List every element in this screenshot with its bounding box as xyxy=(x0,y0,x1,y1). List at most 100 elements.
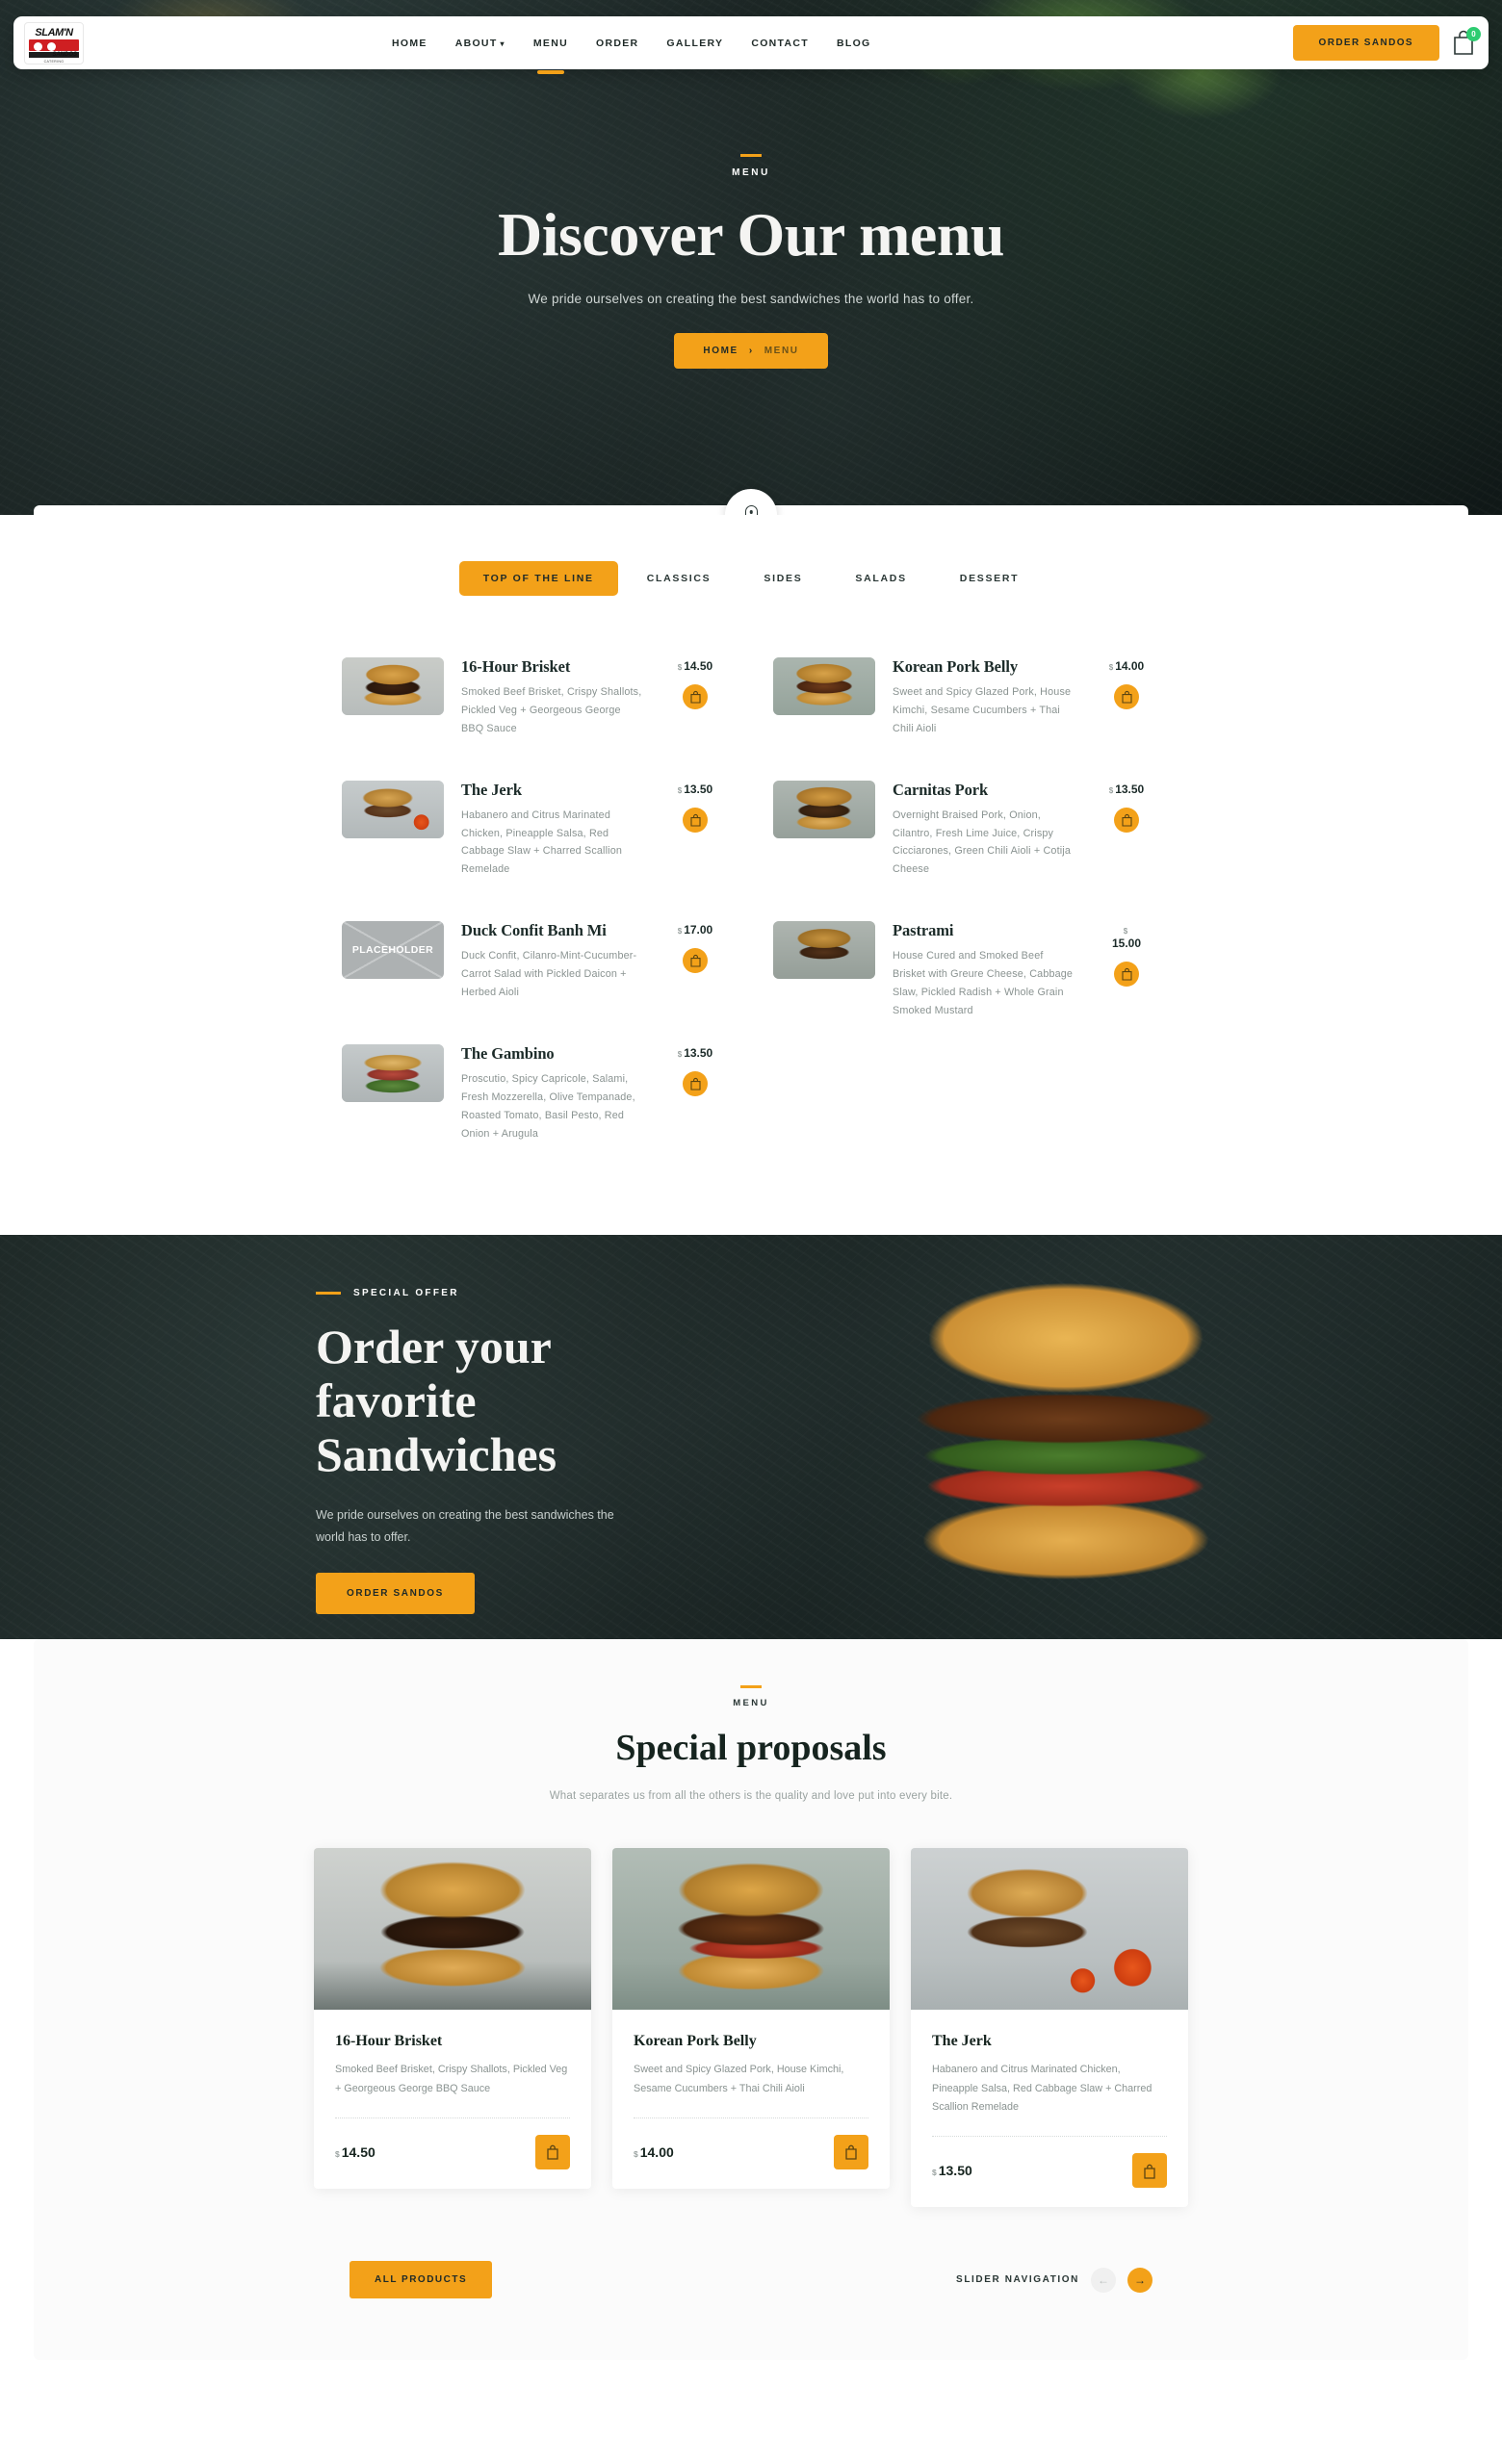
product-price: $14.50 xyxy=(335,2144,376,2160)
menu-item[interactable]: Carnitas Pork Overnight Braised Pork, On… xyxy=(773,765,1160,907)
offer-title: Order your favorite Sandwiches xyxy=(316,1320,616,1481)
page-title: Discover Our menu xyxy=(498,200,1005,269)
product-card[interactable]: The Jerk Habanero and Citrus Marinated C… xyxy=(911,1848,1188,2208)
tab-salads[interactable]: SALADS xyxy=(831,561,930,596)
menu-item-actions: $13.50 xyxy=(661,781,729,833)
menu-item-actions: $14.00 xyxy=(1093,657,1160,709)
currency-symbol: $ xyxy=(335,2148,340,2159)
nav-item-home[interactable]: HOME xyxy=(392,20,427,66)
product-image xyxy=(612,1848,890,2011)
divider xyxy=(932,2136,1167,2138)
menu-item-name: The Jerk xyxy=(461,780,522,799)
breadcrumb[interactable]: HOME › MENU xyxy=(674,333,828,369)
shopping-bag-icon xyxy=(547,2145,558,2161)
offer-burger-image xyxy=(840,1264,1292,1602)
proposals-eyebrow-dash xyxy=(740,1685,762,1689)
offer-description: We pride ourselves on creating the best … xyxy=(316,1508,614,1544)
nav-item-blog[interactable]: BLOG xyxy=(837,20,871,66)
menu-panel: TOP OF THE LINE CLASSICS SIDES SALADS DE… xyxy=(34,505,1468,1226)
nav-item-menu[interactable]: MENU xyxy=(533,20,568,66)
slider-navigation-label: SLIDER NAVIGATION xyxy=(956,2274,1079,2286)
add-to-cart-button[interactable] xyxy=(834,2134,868,2169)
site-logo[interactable]: SLAM'N SANDOS CATERING xyxy=(24,21,84,64)
product-image xyxy=(314,1848,591,2011)
product-name: The Jerk xyxy=(932,2033,992,2050)
price-value: 14.00 xyxy=(639,2143,674,2160)
proposals-title: Special proposals xyxy=(615,1728,887,1769)
add-to-cart-button[interactable] xyxy=(1114,807,1139,833)
add-to-cart-button[interactable] xyxy=(683,948,708,974)
nav-label: ORDER xyxy=(596,37,639,49)
product-card[interactable]: 16-Hour Brisket Smoked Beef Brisket, Cri… xyxy=(314,1848,591,2189)
scroll-down-indicator[interactable] xyxy=(725,489,777,515)
logo-mark: SANDOS xyxy=(29,38,79,58)
currency-symbol: $ xyxy=(1108,663,1114,672)
offer-eyebrow-dash xyxy=(316,1292,341,1296)
menu-item-actions: $13.50 xyxy=(661,1044,729,1096)
menu-item-description: Habanero and Citrus Marinated Chicken, P… xyxy=(461,808,622,876)
nav-right-group: ORDER SANDOS 0 xyxy=(1292,25,1489,61)
price-value: 14.50 xyxy=(341,2143,376,2160)
proposals-card-list: 16-Hour Brisket Smoked Beef Brisket, Cri… xyxy=(34,1848,1468,2208)
mouse-scroll-icon xyxy=(744,504,758,515)
currency-symbol: $ xyxy=(677,927,683,937)
menu-item[interactable]: 16-Hour Brisket Smoked Beef Brisket, Cri… xyxy=(342,642,729,765)
menu-item-thumbnail xyxy=(773,780,875,838)
offer-order-button[interactable]: ORDER SANDOS xyxy=(316,1573,475,1615)
price-value: 14.00 xyxy=(1115,659,1145,673)
nav-label: HOME xyxy=(392,37,427,49)
tab-sides[interactable]: SIDES xyxy=(739,561,826,596)
add-to-cart-button[interactable] xyxy=(683,807,708,833)
proposals-header: MENU Special proposals What separates us… xyxy=(34,1685,1468,1802)
add-to-cart-button[interactable] xyxy=(1132,2153,1167,2189)
menu-item-thumbnail xyxy=(773,657,875,715)
product-card[interactable]: Korean Pork Belly Sweet and Spicy Glazed… xyxy=(612,1848,890,2189)
menu-item-body: Pastrami House Cured and Smoked Beef Bri… xyxy=(893,921,1075,1020)
slider-prev-button[interactable]: ← xyxy=(1091,2267,1116,2293)
tab-dessert[interactable]: DESSERT xyxy=(936,561,1044,596)
menu-category-tabs: TOP OF THE LINE CLASSICS SIDES SALADS DE… xyxy=(34,561,1468,596)
menu-item[interactable]: The Gambino Proscutio, Spicy Capricole, … xyxy=(342,1029,729,1170)
menu-item-name: Carnitas Pork xyxy=(893,780,989,799)
add-to-cart-button[interactable] xyxy=(535,2134,570,2169)
menu-item[interactable]: The Jerk Habanero and Citrus Marinated C… xyxy=(342,765,729,907)
menu-item-thumbnail xyxy=(342,657,444,715)
menu-item[interactable]: Korean Pork Belly Sweet and Spicy Glazed… xyxy=(773,642,1160,765)
nav-item-contact[interactable]: CONTACT xyxy=(751,20,809,66)
currency-symbol: $ xyxy=(1123,927,1128,937)
chevron-right-icon: › xyxy=(748,346,754,356)
menu-item[interactable]: PLACEHOLDER Duck Confit Banh Mi Duck Con… xyxy=(342,906,729,1029)
menu-item-description: Overnight Braised Pork, Onion, Cilantro,… xyxy=(893,808,1071,876)
all-products-button[interactable]: ALL PRODUCTS xyxy=(350,2261,493,2299)
price-value: 13.50 xyxy=(684,1045,713,1060)
nav-item-gallery[interactable]: GALLERY xyxy=(666,20,723,66)
cart-button[interactable]: 0 xyxy=(1451,26,1481,58)
slider-next-button[interactable]: → xyxy=(1127,2267,1152,2293)
nav-item-about[interactable]: ABOUT ▾ xyxy=(455,20,505,66)
nav-item-order[interactable]: ORDER xyxy=(596,20,638,66)
add-to-cart-button[interactable] xyxy=(1114,684,1139,709)
proposals-footer: ALL PRODUCTS SLIDER NAVIGATION ← → xyxy=(34,2261,1468,2299)
special-offer-section: SPECIAL OFFER Order your favorite Sandwi… xyxy=(0,1235,1502,1640)
order-sandos-button[interactable]: ORDER SANDOS xyxy=(1292,25,1439,61)
tab-classics[interactable]: CLASSICS xyxy=(623,561,736,596)
menu-item-actions: $15.00 xyxy=(1093,921,1160,988)
product-card-footer: $13.50 xyxy=(932,2153,1167,2189)
tab-top-of-the-line[interactable]: TOP OF THE LINE xyxy=(458,561,618,596)
menu-item-price: $17.00 xyxy=(678,923,712,937)
add-to-cart-button[interactable] xyxy=(1114,962,1139,988)
shopping-bag-icon xyxy=(1144,2164,1155,2179)
slider-navigation: SLIDER NAVIGATION ← → xyxy=(956,2267,1152,2293)
cart-count-badge: 0 xyxy=(1466,26,1481,41)
menu-item-price: $13.50 xyxy=(678,1046,712,1060)
menu-item-price: $15.00 xyxy=(1112,923,1141,950)
breadcrumb-home-link[interactable]: HOME xyxy=(703,346,738,356)
menu-item-body: Carnitas Pork Overnight Braised Pork, On… xyxy=(893,781,1075,880)
add-to-cart-button[interactable] xyxy=(683,1070,708,1096)
shopping-bag-icon xyxy=(1121,813,1132,827)
menu-item-name: Pastrami xyxy=(893,921,954,940)
menu-item-name: The Gambino xyxy=(461,1043,555,1063)
price-value: 15.00 xyxy=(1111,937,1142,951)
menu-item[interactable]: Pastrami House Cured and Smoked Beef Bri… xyxy=(773,906,1160,1047)
add-to-cart-button[interactable] xyxy=(683,684,708,709)
